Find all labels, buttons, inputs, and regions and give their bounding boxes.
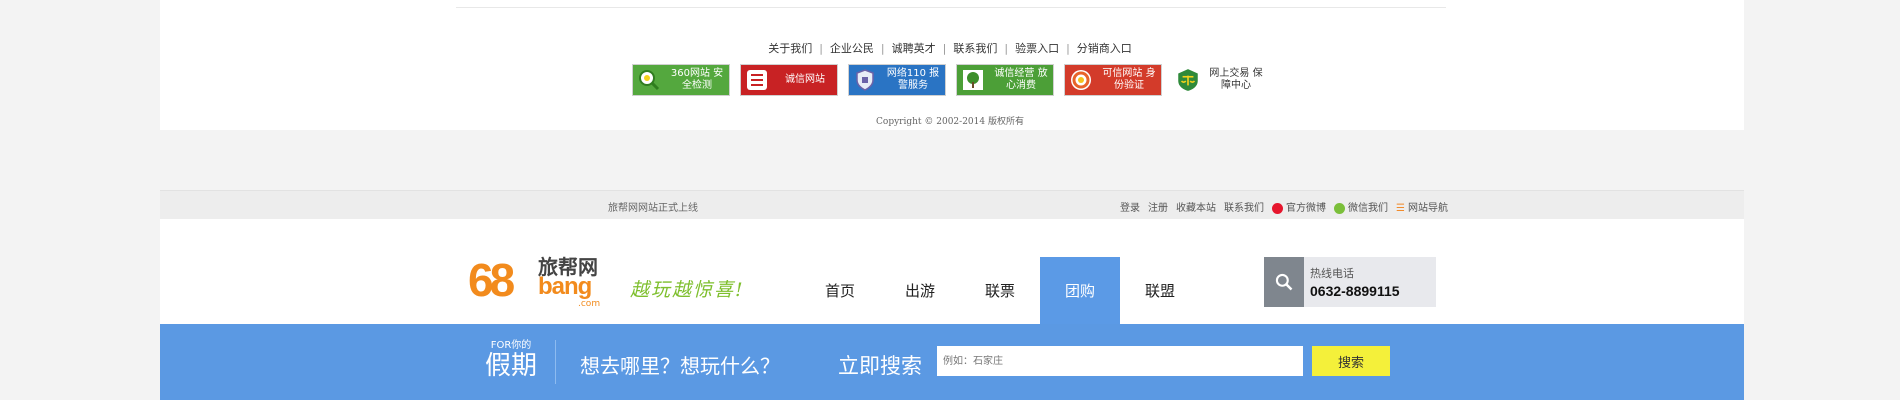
nav-group-buy[interactable]: 团购	[1040, 257, 1120, 324]
badge-credit-site[interactable]: 诚信网站	[740, 64, 838, 96]
search-input[interactable]	[937, 346, 1303, 376]
badge-trade-protection[interactable]: 网上交易 保障中心	[1172, 64, 1268, 96]
topbar-links: 登录 注册 收藏本站 联系我们 官方微博 微信我们 ☰ 网站导航	[1120, 199, 1448, 214]
weibo-icon	[1272, 202, 1284, 214]
contact-link[interactable]: 联系我们	[1224, 199, 1264, 214]
badge-360-security[interactable]: 360网站 安全检测	[632, 64, 730, 96]
sitemap-label: 网站导航	[1408, 203, 1448, 214]
badge-label: 网络110 报警服务	[886, 68, 940, 91]
wechat-label: 微信我们	[1348, 203, 1389, 214]
copyright-text: Copyright © 2002-2014 版权所有	[876, 117, 1024, 127]
footer-link-separator: |	[1004, 42, 1009, 55]
weibo-link[interactable]: 官方微博	[1272, 199, 1326, 214]
logo-com: .com	[578, 299, 601, 309]
badge-label: 网上交易 保障中心	[1209, 68, 1263, 91]
footer-link-separator: |	[942, 42, 947, 55]
footer-links: 关于我们 | 企业公民 | 诚聘英才 | 联系我们 | 验票入口 | 分销商入口	[0, 40, 1900, 56]
badge-label: 可信网站 身份验证	[1102, 68, 1156, 91]
content-card-bottom	[456, 0, 1446, 8]
badge-label: 诚信网站	[785, 74, 825, 85]
menu-icon: ☰	[1396, 202, 1405, 214]
footer-link-distributor[interactable]: 分销商入口	[1077, 42, 1132, 55]
hotline-number: 0632-8899115	[1310, 283, 1400, 299]
wechat-icon	[1334, 202, 1346, 214]
login-link[interactable]: 登录	[1120, 199, 1140, 214]
for-holiday-big: 假期	[485, 351, 538, 381]
site-header: 68 旅帮网 bang .com 越玩越惊喜! 首页 出游 联票 团购 联盟 热…	[160, 219, 1744, 324]
nav-combo-ticket[interactable]: 联票	[960, 257, 1040, 324]
footer-link-citizenship[interactable]: 企业公民	[830, 42, 874, 55]
site-logo[interactable]: 68 旅帮网 bang .com	[468, 251, 613, 309]
site-topbar: 旅帮网网站正式上线 登录 注册 收藏本站 联系我们 官方微博 微信我们 ☰ 网站导…	[160, 190, 1744, 220]
badge-trusted-site[interactable]: 可信网站 身份验证	[1064, 64, 1162, 96]
logo-bang: bang	[538, 273, 592, 300]
for-holiday: FOR你的 假期	[485, 340, 537, 381]
badge-honest-business[interactable]: 诚信经营 放心消费	[956, 64, 1054, 96]
footer-link-ticket-check[interactable]: 验票入口	[1015, 42, 1059, 55]
footer-link-separator: |	[880, 42, 885, 55]
logo-number: 68	[468, 254, 515, 306]
site-notice: 旅帮网网站正式上线	[608, 203, 698, 214]
for-holiday-small: FOR你的	[490, 340, 532, 351]
footer-link-separator: |	[1066, 42, 1070, 55]
hotline-body: 热线电话 0632-8899115	[1304, 257, 1400, 307]
xin-icon	[741, 65, 773, 95]
footer-link-about[interactable]: 关于我们	[768, 42, 812, 55]
trust-badges: 360网站 安全检测 诚信网站 网络110 报警服务 诚信经营 放心消费 可信网…	[0, 64, 1900, 96]
weibo-label: 官方微博	[1286, 203, 1327, 214]
search-prompt: 想去哪里？想玩什么？	[580, 354, 780, 378]
shield-icon	[849, 65, 881, 95]
tree-icon	[957, 65, 989, 95]
slogan: 越玩越惊喜!	[630, 279, 745, 301]
register-link[interactable]: 注册	[1148, 199, 1168, 214]
search-icon	[1264, 257, 1304, 307]
favorite-link[interactable]: 收藏本站	[1176, 199, 1216, 214]
nav-alliance[interactable]: 联盟	[1120, 257, 1200, 324]
hotline-label: 热线电话	[1310, 267, 1354, 280]
scales-icon	[1172, 64, 1204, 96]
footer-link-contact[interactable]: 联系我们	[953, 42, 997, 55]
badge-label: 360网站 安全检测	[670, 68, 724, 91]
badge-label: 诚信经营 放心消费	[994, 68, 1048, 91]
main-nav: 首页 出游 联票 团购 联盟	[800, 257, 1200, 324]
magnifier-icon	[633, 65, 665, 95]
search-button[interactable]: 搜索	[1312, 346, 1390, 376]
badge-police-110[interactable]: 网络110 报警服务	[848, 64, 946, 96]
sitemap-link[interactable]: ☰ 网站导航	[1396, 199, 1448, 215]
hotline-box: 热线电话 0632-8899115	[1264, 257, 1436, 307]
trust-ring-icon	[1065, 65, 1097, 95]
nav-travel[interactable]: 出游	[880, 257, 960, 324]
band-divider	[555, 340, 556, 384]
search-now-label: 立即搜索	[838, 354, 922, 378]
footer-link-careers[interactable]: 诚聘英才	[892, 42, 936, 55]
search-band: FOR你的 假期 想去哪里？想玩什么？ 立即搜索 搜索	[160, 324, 1744, 400]
wechat-link[interactable]: 微信我们	[1334, 199, 1388, 214]
footer-link-separator: |	[819, 42, 823, 55]
nav-home[interactable]: 首页	[800, 257, 880, 324]
